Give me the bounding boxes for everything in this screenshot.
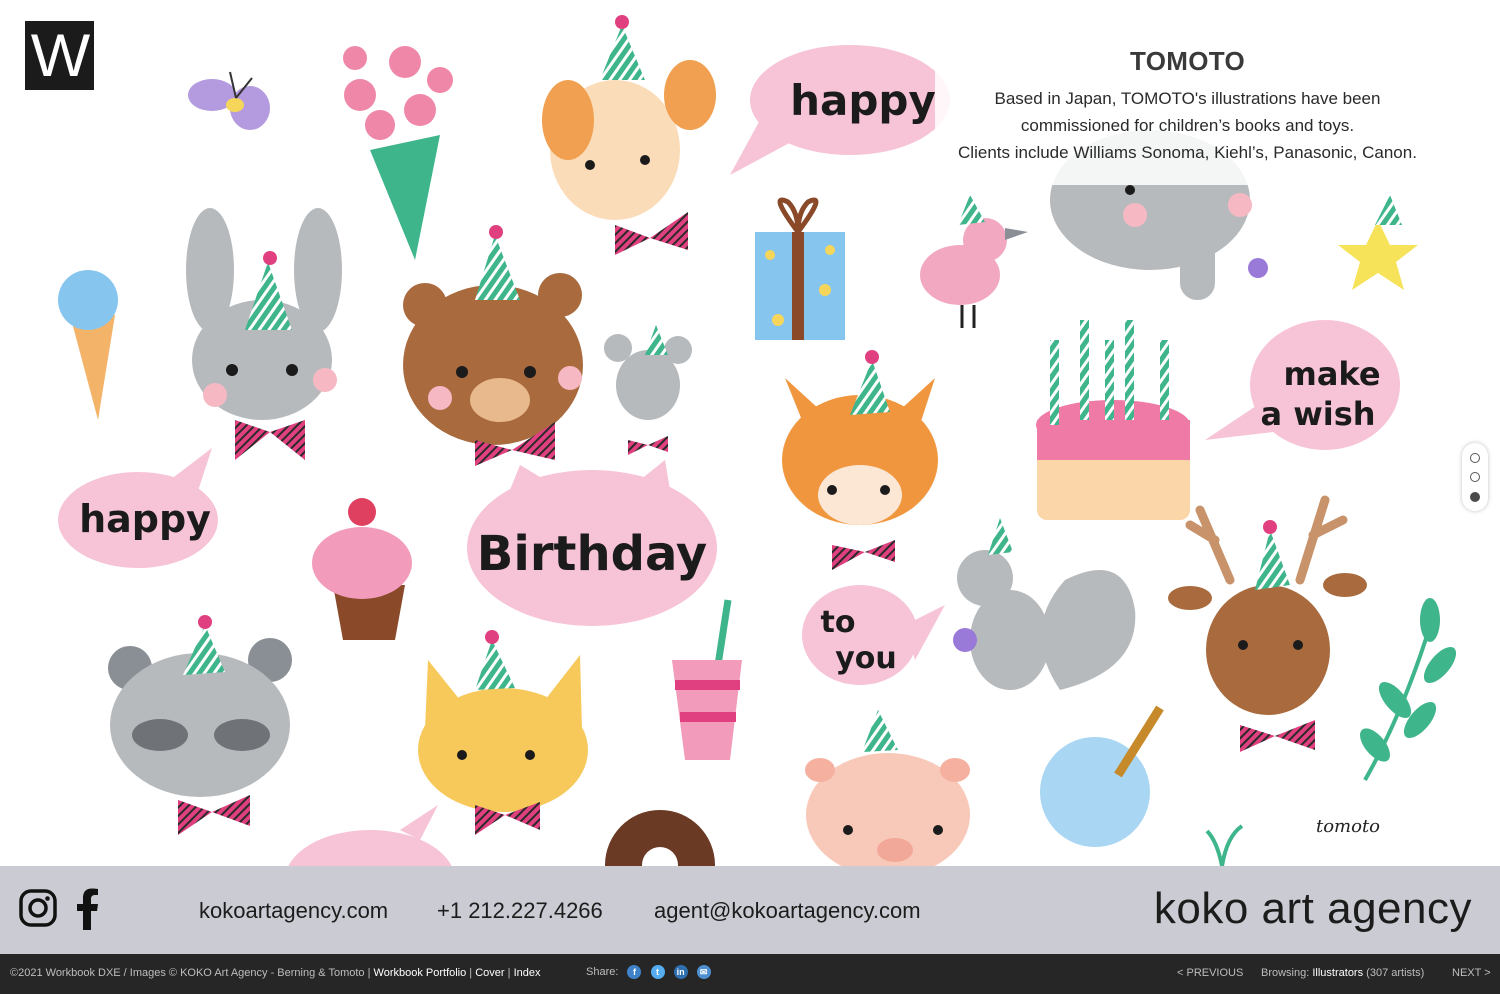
slide-dot-2[interactable] (1470, 472, 1480, 482)
workbook-logo[interactable]: W (25, 21, 94, 90)
phone-number[interactable]: +1 212.227.4266 (437, 898, 603, 924)
donut-icon (605, 810, 715, 866)
bubble-text-to: to (821, 605, 856, 640)
slide-dot-1[interactable] (1470, 452, 1480, 463)
cherry-icon (1205, 824, 1244, 866)
bubble-text-happy-left: happy (79, 497, 211, 541)
footer-link-workbook-portfolio[interactable]: Workbook Portfolio (374, 967, 467, 979)
twitter-icon[interactable]: t (650, 965, 665, 979)
browsing-category-link[interactable]: Illustrators (1312, 967, 1363, 979)
footer-bar: ©2021 Workbook DXE / Images © KOKO Art A… (0, 954, 1500, 994)
pig-character (805, 710, 970, 866)
speech-bubble-to-you: to you (802, 585, 945, 685)
footer-link-index[interactable]: Index (514, 967, 541, 979)
artist-name: TOMOTO (1130, 46, 1245, 76)
browsing-label: Browsing: (1261, 967, 1310, 979)
linkedin-icon[interactable]: in (673, 965, 688, 979)
facebook-icon[interactable]: f (627, 965, 642, 979)
cupcake-icon (312, 498, 412, 640)
speech-bubble-bottom (288, 805, 452, 866)
artist-info-panel: TOMOTO Based in Japan, TOMOTO's illustra… (935, 40, 1440, 185)
email-link[interactable]: agent@kokoartagency.com (654, 898, 921, 924)
footer-copyright: ©2021 Workbook DXE / Images © KOKO Art A… (10, 967, 371, 979)
next-link[interactable]: NEXT > (1452, 967, 1491, 979)
raccoon-character (108, 615, 292, 835)
bubble-text-birthday: Birthday (477, 526, 707, 582)
bear-character (403, 225, 583, 466)
star-character (1338, 195, 1418, 290)
fox-character (782, 350, 938, 570)
bubble-text-make: make (1283, 355, 1380, 393)
bird-character (920, 195, 1028, 328)
facebook-icon[interactable] (74, 888, 100, 930)
plate-fork-icon (1040, 705, 1164, 847)
speech-bubble-happy-top: happy (730, 45, 950, 175)
flower-bouquet (343, 46, 453, 260)
logo-letter: W (30, 21, 89, 89)
speech-bubble-make-a-wish: make a wish (1205, 320, 1400, 450)
artist-signature: tomoto (1316, 816, 1380, 837)
share-label: Share: (586, 965, 619, 978)
gift-box-icon (755, 197, 845, 340)
bunny-character (186, 208, 342, 460)
leaf-branch-icon (1360, 598, 1457, 781)
artist-bio-line-3: Clients include Williams Sonoma, Kiehl’s… (958, 143, 1417, 162)
artwork-stage: happy make a wish happy Birthday to you … (0, 0, 1500, 866)
deer-character (1168, 495, 1367, 752)
birthday-cake-icon (1036, 320, 1190, 520)
ice-cream-icon (58, 270, 118, 420)
artist-bio-line-2: commissioned for children’s books and to… (1020, 116, 1355, 135)
agency-brand: koko art agency (1153, 884, 1472, 933)
slide-dot-3[interactable] (1470, 491, 1480, 502)
speech-bubble-happy-left: happy (58, 448, 218, 568)
mouse-character (604, 325, 692, 455)
bubble-text-you: you (835, 641, 897, 676)
website-link[interactable]: koko​artagency.com (199, 898, 388, 924)
bubble-text-a-wish: a wish (1260, 395, 1375, 433)
contact-bar: koko​artagency.com +1 212.227.4266 agent… (0, 866, 1500, 954)
artist-bio-line-1: Based in Japan, TOMOTO's illustrations h… (994, 89, 1381, 108)
instagram-icon[interactable] (18, 888, 58, 928)
previous-link[interactable]: < PREVIOUS (1177, 967, 1243, 979)
squirrel-character (953, 518, 1136, 690)
bubble-text-happy-top: happy (790, 76, 936, 125)
footer-link-cover[interactable]: Cover (475, 967, 504, 979)
butterfly-icon (188, 71, 270, 130)
speech-bubble-birthday: Birthday (467, 460, 717, 626)
email-icon[interactable]: ✉ (696, 965, 711, 979)
browsing-count: (307 artists) (1366, 967, 1425, 979)
drink-cup-icon (672, 599, 742, 760)
dog-character (542, 15, 716, 255)
cat-character (418, 630, 588, 835)
slide-pagination (1462, 443, 1488, 511)
